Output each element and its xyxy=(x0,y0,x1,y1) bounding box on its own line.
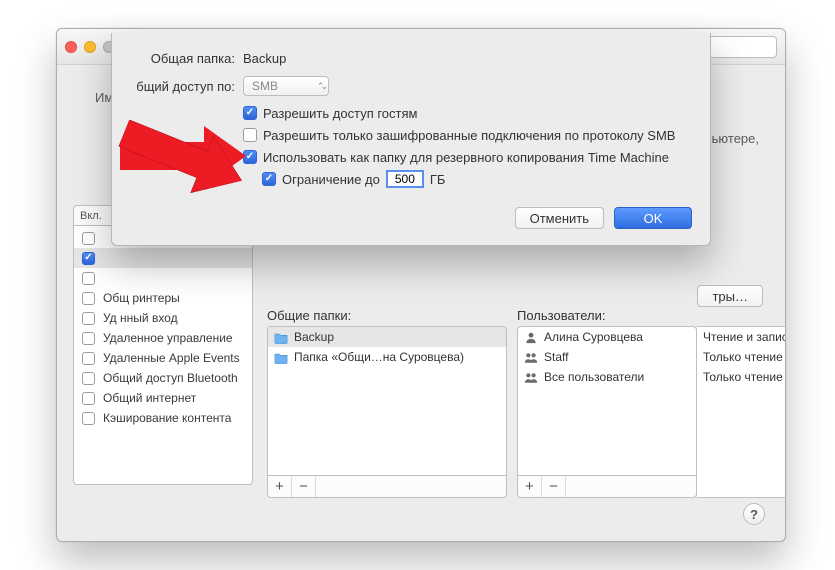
limit-unit: ГБ xyxy=(430,172,446,187)
user-label: Все пользователи xyxy=(544,370,644,384)
permissions-list[interactable]: Чтение и запись▴▾Только чтение▴▾Только ч… xyxy=(697,326,786,498)
service-checkbox[interactable] xyxy=(82,392,95,405)
folder-icon xyxy=(274,351,288,364)
person-icon xyxy=(524,331,538,344)
users-label: Пользователи: xyxy=(517,308,605,323)
user-row[interactable]: Staff xyxy=(518,347,696,367)
user-row[interactable]: Алина Суровцева xyxy=(518,327,696,347)
encrypted-smb-label: Разрешить только зашифрованные подключен… xyxy=(263,128,675,143)
shared-folders-list[interactable]: Backup Папка «Общи…на Суровцева) xyxy=(267,326,507,476)
folder-name-value: Backup xyxy=(243,51,286,66)
user-label: Алина Суровцева xyxy=(544,330,643,344)
share-protocol-popup[interactable]: SMB xyxy=(243,76,329,96)
service-row[interactable] xyxy=(74,268,252,288)
encrypted-smb-checkbox[interactable] xyxy=(243,128,257,142)
remove-folder-button[interactable]: − xyxy=(292,476,316,497)
add-user-button[interactable]: + xyxy=(518,476,542,497)
users-toolbar: + − xyxy=(517,476,697,498)
timemachine-label: Использовать как папку для резервного ко… xyxy=(263,150,669,165)
services-list[interactable]: Общ ринтеры Уд нный вход Удаленное управле… xyxy=(73,225,253,485)
service-row[interactable]: Общий доступ Bluetooth xyxy=(74,368,252,388)
persons-icon xyxy=(524,351,538,364)
service-checkbox[interactable] xyxy=(82,232,95,245)
encrypted-smb-row[interactable]: Разрешить только зашифрованные подключен… xyxy=(243,125,692,145)
permission-row[interactable]: Только чтение▴▾ xyxy=(697,367,786,387)
shared-folder-row[interactable]: Папка «Общи…на Суровцева) xyxy=(268,347,506,367)
share-protocol-label: бщий доступ по: xyxy=(130,79,235,94)
service-label: Удаленные Apple Events xyxy=(103,351,240,365)
close-window-icon[interactable] xyxy=(65,41,77,53)
users-list[interactable]: Алина Суровцева Staff Все пользователи xyxy=(517,326,697,476)
shared-folder-row[interactable]: Backup xyxy=(268,327,506,347)
limit-row[interactable]: Ограничение до ГБ xyxy=(262,169,692,189)
service-label: Общий интернет xyxy=(103,391,196,405)
shared-folders-label: Общие папки: xyxy=(267,308,351,323)
permission-label: Только чтение xyxy=(703,370,783,384)
shared-folders-toolbar: + − xyxy=(267,476,507,498)
allow-guests-checkbox[interactable] xyxy=(243,106,257,120)
service-checkbox[interactable] xyxy=(82,272,95,285)
service-checkbox[interactable] xyxy=(82,332,95,345)
service-row[interactable]: Уд нный вход xyxy=(74,308,252,328)
help-button[interactable]: ? xyxy=(743,503,765,525)
allow-guests-row[interactable]: Разрешить доступ гостям xyxy=(243,103,692,123)
folder-icon xyxy=(274,331,288,344)
window-controls xyxy=(65,41,115,53)
service-checkbox[interactable] xyxy=(82,352,95,365)
service-checkbox[interactable] xyxy=(82,252,95,265)
service-label: Общий доступ Bluetooth xyxy=(103,371,238,385)
service-row[interactable] xyxy=(74,248,252,268)
permission-label: Только чтение xyxy=(703,350,783,364)
limit-prefix: Ограничение до xyxy=(282,172,380,187)
service-row[interactable]: Кэширование контента xyxy=(74,408,252,428)
remove-user-button[interactable]: − xyxy=(542,476,566,497)
limit-value-input[interactable] xyxy=(386,170,424,188)
service-checkbox[interactable] xyxy=(82,412,95,425)
allow-guests-label: Разрешить доступ гостям xyxy=(263,106,417,121)
description-tail: пьютере, xyxy=(705,131,759,146)
service-row[interactable]: Общ ринтеры xyxy=(74,288,252,308)
services-panel: Вкл. Общ ринтерыУд нный входУдаленное уп… xyxy=(73,205,253,485)
service-label: Уд нный вход xyxy=(103,311,178,325)
service-row[interactable]: Общий интернет xyxy=(74,388,252,408)
service-checkbox[interactable] xyxy=(82,372,95,385)
timemachine-checkbox[interactable] xyxy=(243,150,257,164)
shared-folder-label: Backup xyxy=(294,330,334,344)
user-row[interactable]: Все пользователи xyxy=(518,367,696,387)
service-row[interactable]: Удаленные Apple Events xyxy=(74,348,252,368)
limit-checkbox[interactable] xyxy=(262,172,276,186)
service-label: Кэширование контента xyxy=(103,411,231,425)
service-label: Общ ринтеры xyxy=(103,291,180,305)
permission-row[interactable]: Только чтение▴▾ xyxy=(697,347,786,367)
add-folder-button[interactable]: + xyxy=(268,476,292,497)
folder-options-sheet: Общая папка: Backup бщий доступ по: SMB … xyxy=(111,33,711,246)
persons-icon xyxy=(524,371,538,384)
cancel-button[interactable]: Отменить xyxy=(515,207,604,229)
ok-button[interactable]: OK xyxy=(614,207,692,229)
folder-name-label: Общая папка: xyxy=(130,51,235,66)
minimize-window-icon[interactable] xyxy=(84,41,96,53)
timemachine-row[interactable]: Использовать как папку для резервного ко… xyxy=(243,147,692,167)
shared-folder-label: Папка «Общи…на Суровцева) xyxy=(294,350,464,364)
service-row[interactable]: Удаленное управление xyxy=(74,328,252,348)
permission-label: Чтение и запись xyxy=(703,330,786,344)
service-checkbox[interactable] xyxy=(82,312,95,325)
service-label: Удаленное управление xyxy=(103,331,233,345)
service-checkbox[interactable] xyxy=(82,292,95,305)
permission-row[interactable]: Чтение и запись▴▾ xyxy=(697,327,786,347)
user-label: Staff xyxy=(544,350,568,364)
